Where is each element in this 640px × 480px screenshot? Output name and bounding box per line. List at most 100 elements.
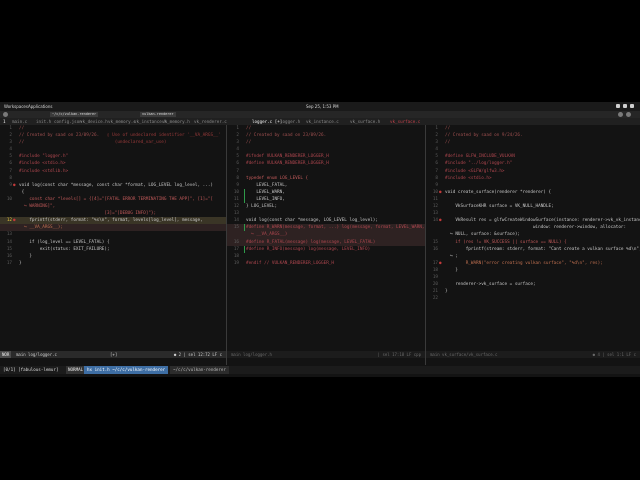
code-line[interactable]: 8 #include <stdio.h> [426, 175, 640, 182]
code-line[interactable]: 13 [227, 210, 425, 217]
code-line[interactable]: 19 #endif // VULKAN_RENDERER_LOGGER_H [227, 260, 425, 267]
code-line[interactable]: window: renderer->window, allocator: [426, 224, 640, 231]
code-line[interactable]: ↪ NULL, surface: &surface); [426, 231, 640, 238]
code-line[interactable]: 11 LEVEL_INFO, [227, 195, 425, 203]
error-sign-icon[interactable]: ● [439, 189, 443, 196]
buffer-tab[interactable]: vk_surface.h [350, 118, 380, 125]
editor-pane-vk-surface-c[interactable]: 1 // 2 // Created by saad on 9/24/26. 3 // 4 5 #… [426, 125, 640, 365]
code-line[interactable]: 21} [426, 288, 640, 295]
code-text[interactable]: ↪ __VA_ARGS__); [19, 224, 63, 231]
code-line[interactable]: 15 exit(status: EXIT_FAILURE); [0, 246, 226, 253]
code-text[interactable]: #include "../log/logger.h" [445, 160, 512, 167]
code-text[interactable]: void log(const char *message, LOG_LEVEL … [246, 217, 378, 224]
buffer-tab[interactable]: logger.h [280, 118, 300, 125]
buffer-tab[interactable]: config.json [54, 118, 82, 125]
code-line[interactable]: 2 // Created by saad on 9/24/26. [426, 132, 640, 139]
code-line[interactable]: 12} LOG_LEVEL; [227, 203, 425, 210]
code-line[interactable]: 8 [0, 175, 226, 182]
code-text[interactable]: #include <stdio.h> [445, 175, 492, 182]
code-line[interactable]: 14 void log(const char *message, LOG_LEVE… [227, 217, 425, 224]
terminal-tab-2[interactable]: vulkan-renderer [140, 112, 176, 117]
code-line[interactable]: 9 [426, 182, 640, 189]
buffer-tab[interactable]: vk_surface.c [390, 118, 420, 125]
code-text[interactable]: LEVEL_INFO, [246, 196, 284, 203]
code-line[interactable]: 13 [426, 210, 640, 217]
code-text[interactable]: // (undeclared_var_use) [19, 139, 166, 146]
code-text[interactable]: } [445, 267, 458, 274]
code-text[interactable]: #include "logger.h" [19, 153, 68, 160]
code-line[interactable]: 6 #define VULKAN_RENDERER_LOGGER_H [227, 160, 425, 167]
code-text[interactable]: { [19, 189, 25, 196]
code-text[interactable]: ↪ __VA_ARGS__) [246, 231, 287, 238]
code-text[interactable]: #define R_WARN(message, format, ...) log… [246, 224, 425, 231]
code-line[interactable]: 20 renderer->vk_surface = surface; [426, 281, 640, 288]
code-line[interactable]: 10 ● void create_surface(renderer *rendere… [426, 189, 640, 196]
code-text[interactable]: } [19, 253, 32, 260]
code-text[interactable]: // [445, 125, 450, 132]
code-line[interactable]: 22 [426, 295, 640, 302]
code-line[interactable]: 3 // [227, 139, 425, 146]
code-text[interactable]: } [19, 260, 22, 267]
buffer-tab[interactable]: vk_instance.c [306, 118, 339, 125]
code-line[interactable]: 18 [227, 253, 425, 260]
buffer-tab[interactable]: vk_memory.c [108, 118, 136, 125]
code-text[interactable]: #define R_INFO(message) log(message, LEV… [246, 246, 370, 253]
code-line[interactable]: ↪ __VA_ARGS__); [0, 224, 226, 232]
buffer-tab[interactable]: vk_memory.h [162, 118, 190, 125]
code-line[interactable]: 1 // [227, 125, 425, 132]
code-line[interactable]: 17} [0, 260, 226, 267]
tmux-session[interactable]: [0/1] [fabulous-lemur] [3, 366, 58, 374]
code-text[interactable]: #define GLFW_INCLUDE_VULKAN [445, 153, 515, 160]
buffer-tab[interactable]: vk_device.h [80, 118, 108, 125]
code-text[interactable]: const char *levels[] = {[4]="[FATAL ERRO… [19, 196, 213, 203]
code-line[interactable]: 2 // Created by saad on 23/09/26. ▯ Use o… [0, 132, 226, 139]
code-text[interactable]: // [246, 125, 251, 132]
code-line[interactable]: 17 ● R_WARN("error creating vulkan surfac… [426, 260, 640, 267]
code-text[interactable]: ↪ NULL, surface: &surface); [445, 231, 520, 238]
code-text[interactable]: ↪ ; [445, 253, 458, 260]
code-line[interactable]: 12 VkSurfaceKHR surface = VK_NULL_HANDLE… [426, 203, 640, 210]
code-line[interactable]: [3]="[DEBUG INFO]"}; [0, 210, 226, 217]
buffer-tab[interactable]: logger.c [+] [252, 118, 282, 125]
code-line[interactable]: 10 const char *levels[] = {[4]="[FATAL E… [0, 196, 226, 203]
code-text[interactable]: ↪ WARNING]", [19, 203, 55, 210]
code-line[interactable]: 5 #include "logger.h" [0, 153, 226, 160]
code-line[interactable]: 19 [426, 274, 640, 281]
code-text[interactable]: fprintf(stream: stderr, format: "Cant cr… [445, 246, 640, 253]
code-text[interactable]: // [445, 139, 450, 146]
network-icon[interactable] [616, 104, 620, 108]
code-line[interactable]: 4 [426, 146, 640, 153]
buffer-tab[interactable]: init.h [36, 118, 51, 125]
code-text[interactable]: // Created by saad on 9/24/26. [445, 132, 523, 139]
power-icon[interactable] [630, 104, 634, 108]
buffer-tab[interactable]: 1 [3, 118, 6, 125]
code-line[interactable]: ↪ WARNING]", [0, 203, 226, 210]
terminal-tab-1[interactable]: ~/c/c/vulkan-renderer [50, 112, 99, 117]
code-text[interactable]: fprintf(stderr, format: "%s\n", format, … [19, 217, 202, 224]
code-text[interactable]: if (res != VK_SUCCESS || surface == NULL… [445, 239, 566, 246]
code-text[interactable]: // [19, 125, 24, 132]
code-line[interactable]: 16 fprintf(stream: stderr, format: "Cant… [426, 246, 640, 253]
code-line[interactable]: 1 // [426, 125, 640, 132]
code-line[interactable]: 5 #ifndef VULKAN_RENDERER_LOGGER_H [227, 153, 425, 160]
code-text[interactable]: #ifndef VULKAN_RENDERER_LOGGER_H [246, 153, 329, 160]
code-line[interactable]: 3 // (undeclared_var_use) [0, 139, 226, 146]
code-line[interactable]: 7 [227, 168, 425, 175]
code-line[interactable]: 16 #define R_FATAL(message) log(message, … [227, 238, 425, 246]
code-line[interactable]: 3 // [426, 139, 640, 146]
buffer-tab[interactable]: main.c [12, 118, 27, 125]
clock[interactable]: Sep 25, 1:53 PM [306, 104, 339, 109]
code-text[interactable]: #include <GLFW/glfw3.h> [445, 168, 505, 175]
code-line[interactable]: 6 #include "../log/logger.h" [426, 160, 640, 167]
error-sign-icon[interactable]: ● [439, 260, 443, 267]
code-text[interactable]: #define R_FATAL(message) log(message, LE… [246, 239, 375, 246]
editor-pane-logger-c[interactable]: 1 // 2 // Created by saad on 23/09/26. ▯ Us… [0, 125, 226, 365]
code-text[interactable]: R_WARN("error creating vulkan surface", … [445, 260, 603, 267]
applications-menu[interactable]: Applications [28, 104, 52, 109]
code-line[interactable]: 11 [426, 196, 640, 203]
code-text[interactable]: window: renderer->window, allocator: [445, 224, 626, 231]
code-text[interactable]: #define VULKAN_RENDERER_LOGGER_H [246, 160, 329, 167]
code-line[interactable]: { [0, 189, 226, 196]
code-line[interactable]: 9 ● void log(const char *message, const ch… [0, 182, 226, 189]
code-text[interactable]: void create_surface(renderer *renderer) … [445, 189, 551, 196]
